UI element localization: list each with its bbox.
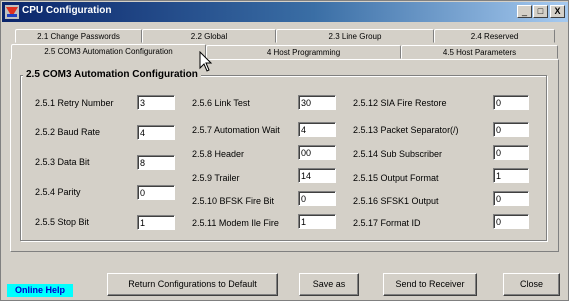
tab-change-passwords[interactable]: 2.1 Change Passwords [15,29,142,43]
header-label: 2.5.8 Header [192,149,245,159]
bfsk-fire-bit-label: 2.5.10 BFSK Fire Bit [192,196,275,206]
automation-wait-label: 2.5.7 Automation Wait [192,125,280,135]
sia-fire-restore-label: 2.5.12 SIA Fire Restore [353,98,447,108]
retry-number-label: 2.5.1 Retry Number [35,98,114,108]
sfsk1-output-input[interactable] [493,191,529,206]
output-format-input[interactable] [493,168,529,183]
close-window-button[interactable]: X [550,5,565,18]
minimize-button[interactable]: _ [517,5,532,18]
title-bar[interactable]: CPU Configuration _ □ X [2,2,568,22]
stop-bit-label: 2.5.5 Stop Bit [35,217,90,227]
group-title: 2.5 COM3 Automation Configuration [23,69,201,80]
maximize-button[interactable]: □ [533,5,548,18]
stop-bit-input[interactable] [137,215,175,230]
retry-number-input[interactable] [137,95,175,110]
sfsk1-output-label: 2.5.16 SFSK1 Output [353,196,439,206]
data-bit-input[interactable] [137,155,175,170]
tab-global[interactable]: 2.2 Global [142,29,276,43]
tab-line-group[interactable]: 2.3 Line Group [276,29,434,43]
save-as-button[interactable]: Save as [299,273,359,296]
modem-ile-fire-label: 2.5.11 Modem Ile Fire [192,218,279,228]
mouse-pointer-icon [199,51,213,72]
bfsk-fire-bit-input[interactable] [298,191,336,206]
app-icon [5,5,19,19]
data-bit-label: 2.5.3 Data Bit [35,157,90,167]
sub-subscriber-input[interactable] [493,145,529,160]
automation-wait-input[interactable] [298,122,336,137]
tab-host-programming[interactable]: 4 Host Programming [206,45,401,59]
window-title: CPU Configuration [22,5,112,16]
cpu-configuration-window: CPU Configuration _ □ X 2.1 Change Passw… [0,0,569,301]
modem-ile-fire-input[interactable] [298,214,336,229]
sia-fire-restore-input[interactable] [493,95,529,110]
tab-com3-automation[interactable]: 2.5 COM3 Automation Configuration [11,44,206,60]
online-help-button[interactable]: Online Help [7,284,73,297]
close-button[interactable]: Close [503,273,560,296]
baud-rate-label: 2.5.2 Baud Rate [35,127,101,137]
packet-separator-label: 2.5.13 Packet Separator(/) [353,125,459,135]
output-format-label: 2.5.15 Output Format [353,173,439,183]
packet-separator-input[interactable] [493,122,529,137]
format-id-label: 2.5.17 Format ID [353,218,421,228]
header-input[interactable] [298,145,336,160]
parity-input[interactable] [137,185,175,200]
parity-label: 2.5.4 Parity [35,187,81,197]
link-test-input[interactable] [298,95,336,110]
send-to-receiver-button[interactable]: Send to Receiver [383,273,477,296]
trailer-label: 2.5.9 Trailer [192,173,240,183]
return-to-default-button[interactable]: Return Configurations to Default [107,273,278,296]
baud-rate-input[interactable] [137,125,175,140]
tab-reserved[interactable]: 2.4 Reserved [434,29,555,43]
tab-host-parameters[interactable]: 4.5 Host Parameters [401,45,558,59]
link-test-label: 2.5.6 Link Test [192,98,250,108]
format-id-input[interactable] [493,214,529,229]
trailer-input[interactable] [298,168,336,183]
sub-subscriber-label: 2.5.14 Sub Subscriber [353,149,443,159]
